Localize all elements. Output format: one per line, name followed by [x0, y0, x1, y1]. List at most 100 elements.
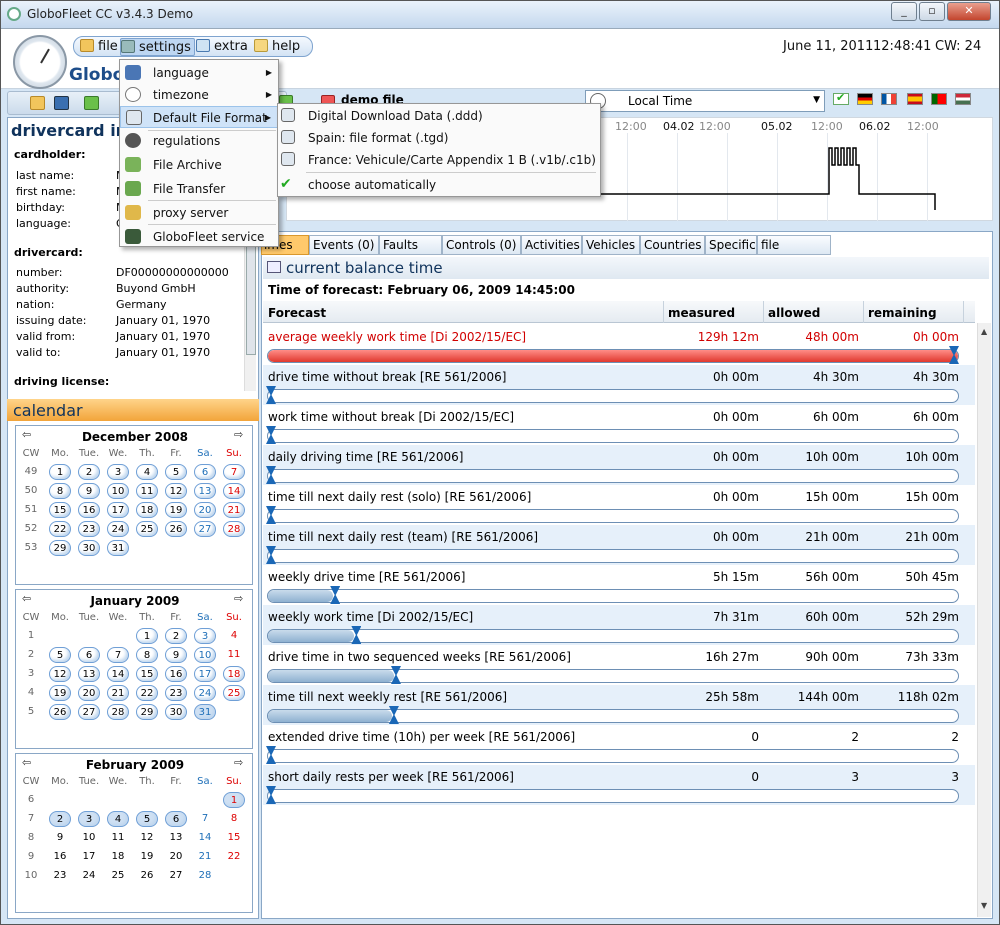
calendar-day[interactable]: 17 [194, 666, 216, 682]
calendar-day[interactable]: 6 [194, 464, 216, 480]
col-allowed[interactable]: allowed [768, 306, 820, 320]
calendar-day[interactable]: 30 [78, 540, 100, 556]
calendar-day[interactable]: 13 [165, 830, 187, 846]
calendar-day[interactable]: 20 [165, 849, 187, 865]
scroll-up-icon[interactable]: ▲ [981, 327, 987, 336]
format-v1b[interactable]: France: Vehicule/Carte Appendix 1 B (.v1… [278, 149, 600, 171]
calendar-day[interactable]: 18 [223, 666, 245, 682]
calendar-day[interactable]: 10 [194, 647, 216, 663]
calendar-day[interactable]: 12 [49, 666, 71, 682]
tab-controls-0[interactable]: Controls (0) [442, 235, 521, 255]
calendar-day[interactable]: 14 [107, 666, 129, 682]
format-ddd[interactable]: Digital Download Data (.ddd) [278, 105, 600, 127]
flag-germany-icon[interactable] [857, 93, 873, 105]
calendar-day[interactable]: 4 [107, 811, 129, 827]
tab-faults-0[interactable]: Faults (0) [379, 235, 442, 270]
calendar-day[interactable]: 2 [165, 628, 187, 644]
calendar-day[interactable]: 25 [136, 521, 158, 537]
calendar-day[interactable]: 25 [223, 685, 245, 701]
calendar-day[interactable]: 15 [223, 830, 245, 846]
calendar-day[interactable]: 9 [78, 483, 100, 499]
calendar-day[interactable]: 26 [165, 521, 187, 537]
balance-row[interactable]: drive time without break [RE 561/2006] 0h… [263, 365, 975, 405]
calendar-day[interactable]: 5 [136, 811, 158, 827]
balance-row[interactable]: time till next weekly rest [RE 561/2006]… [263, 685, 975, 725]
calendar-day[interactable]: 31 [194, 704, 216, 720]
calendar-day[interactable]: 12 [136, 830, 158, 846]
calendar-day[interactable]: 19 [165, 502, 187, 518]
next-month-icon[interactable]: ⇨ [234, 756, 243, 769]
calendar-day[interactable]: 24 [107, 521, 129, 537]
calendar-day[interactable]: 11 [107, 830, 129, 846]
calendar-day[interactable]: 1 [49, 464, 71, 480]
calendar-day[interactable]: 25 [107, 868, 129, 884]
prev-month-icon[interactable]: ⇦ [22, 756, 31, 769]
maximize-button[interactable]: ▫ [919, 2, 945, 21]
calendar-day[interactable]: 18 [107, 849, 129, 865]
calendar-day[interactable]: 24 [78, 868, 100, 884]
calendar-day[interactable]: 31 [107, 540, 129, 556]
menu-item-globofleet-service[interactable]: GloboFleet service [120, 226, 278, 248]
calendar-day[interactable]: 19 [136, 849, 158, 865]
minimize-button[interactable]: _ [891, 2, 917, 21]
calendar-day[interactable]: 18 [136, 502, 158, 518]
calendar-day[interactable]: 5 [165, 464, 187, 480]
calendar-day[interactable]: 2 [78, 464, 100, 480]
tab-vehicles[interactable]: Vehicles [582, 235, 640, 255]
flag-spain-icon[interactable] [907, 93, 923, 105]
calendar-day[interactable]: 13 [78, 666, 100, 682]
timezone-select[interactable]: Local Time ▼ [585, 90, 825, 112]
calendar-day[interactable]: 20 [78, 685, 100, 701]
prev-month-icon[interactable]: ⇦ [22, 428, 31, 441]
calendar-day[interactable]: 19 [49, 685, 71, 701]
calendar-day[interactable]: 22 [136, 685, 158, 701]
tab-file-content[interactable]: file content [757, 235, 831, 270]
flag-france-icon[interactable] [881, 93, 897, 105]
balance-row[interactable]: short daily rests per week [RE 561/2006]… [263, 765, 975, 805]
calendar-day[interactable]: 5 [49, 647, 71, 663]
calendar-day[interactable]: 1 [136, 628, 158, 644]
calendar-day[interactable]: 28 [107, 704, 129, 720]
format-tgd[interactable]: Spain: file format (.tgd) [278, 127, 600, 149]
menu-item-default-file-format[interactable]: Default File Format ▶ [120, 106, 278, 128]
calendar-day[interactable]: 7 [223, 464, 245, 480]
calendar-day[interactable]: 16 [49, 849, 71, 865]
calendar-day[interactable]: 16 [78, 502, 100, 518]
col-remaining[interactable]: remaining [868, 306, 937, 320]
calendar-day[interactable]: 2 [49, 811, 71, 827]
calendar-day[interactable]: 17 [107, 502, 129, 518]
flag-hungary-icon[interactable] [955, 93, 971, 105]
col-forecast[interactable]: Forecast [268, 306, 326, 320]
calendar-day[interactable]: 3 [194, 628, 216, 644]
calendar-day[interactable]: 27 [78, 704, 100, 720]
calendar-day[interactable]: 23 [165, 685, 187, 701]
next-month-icon[interactable]: ⇨ [234, 428, 243, 441]
calendar-day[interactable]: 28 [194, 868, 216, 884]
calendar-day[interactable]: 6 [78, 647, 100, 663]
calendar-day[interactable]: 3 [107, 464, 129, 480]
calendar-day[interactable]: 28 [223, 521, 245, 537]
calendar-day[interactable]: 10 [78, 830, 100, 846]
calendar-day[interactable]: 12 [165, 483, 187, 499]
menu-item-proxy-server[interactable]: proxy server [120, 202, 278, 224]
calendar-day[interactable]: 7 [107, 647, 129, 663]
calendar-day[interactable]: 15 [49, 502, 71, 518]
menu-item-language[interactable]: language ▶ [120, 62, 278, 84]
calendar-day[interactable]: 7 [194, 811, 216, 827]
calendar-day[interactable]: 9 [49, 830, 71, 846]
col-measured[interactable]: measured [668, 306, 735, 320]
calendar-day[interactable]: 13 [194, 483, 216, 499]
save-icon[interactable] [54, 96, 69, 110]
calendar-day[interactable]: 4 [136, 464, 158, 480]
calendar-day[interactable]: 27 [194, 521, 216, 537]
calendar-day[interactable]: 22 [49, 521, 71, 537]
menu-file[interactable]: file [80, 38, 118, 56]
calendar-day[interactable]: 30 [165, 704, 187, 720]
calendar-day[interactable]: 8 [49, 483, 71, 499]
calendar-day[interactable]: 3 [78, 811, 100, 827]
calendar-day[interactable]: 24 [194, 685, 216, 701]
balance-row[interactable]: extended drive time (10h) per week [RE 5… [263, 725, 975, 765]
calendar-day[interactable]: 21 [194, 849, 216, 865]
tab-specific[interactable]: Specific [705, 235, 757, 255]
menu-item-file-transfer[interactable]: File Transfer [120, 178, 278, 200]
